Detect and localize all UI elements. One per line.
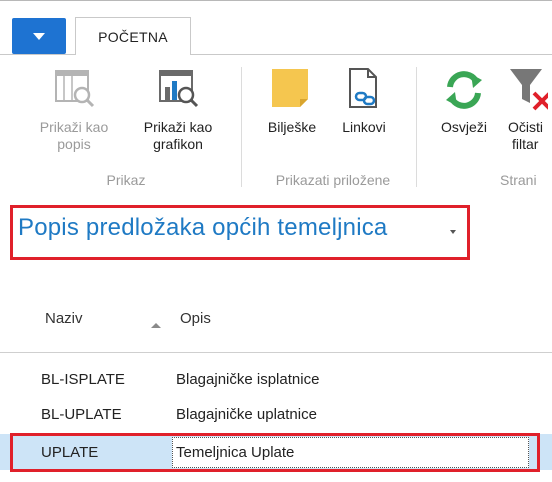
refresh-icon (440, 65, 488, 113)
button-label: Linkovi (342, 119, 386, 135)
header-divider (0, 352, 552, 353)
column-header-description[interactable]: Opis (180, 310, 211, 327)
chart-view-icon (154, 65, 202, 113)
group-label-page: Strani (500, 172, 537, 188)
ribbon-group-separator (241, 67, 242, 187)
clear-filter-button[interactable]: Očisti filtar (500, 65, 552, 153)
tab-home[interactable]: POČETNA (75, 17, 191, 55)
window-top-border (0, 0, 552, 1)
button-label-line1: Očisti (508, 119, 543, 135)
button-label-line2: popis (57, 136, 91, 152)
button-label-line1: Prikaži kao (39, 119, 109, 135)
list-view-icon (50, 65, 98, 113)
button-label-line2: grafikon (153, 136, 203, 152)
table-row[interactable]: BL-UPLATE Blagajničke uplatnice (0, 397, 552, 433)
sort-ascending-icon (151, 323, 161, 328)
chevron-down-icon[interactable] (450, 230, 456, 234)
link-document-icon (340, 65, 388, 113)
group-label-show-attached: Prikazati priložene (275, 172, 391, 188)
show-as-chart-button[interactable]: Prikaži kao grafikon (126, 65, 230, 153)
note-icon (268, 65, 316, 113)
notes-button[interactable]: Bilješke (256, 65, 328, 136)
row-description[interactable]: Blagajničke isplatnice (176, 371, 319, 388)
ribbon-group-separator (416, 67, 417, 187)
ribbon-panel: Prikaži kao popis Prikaži kao grafikon P… (0, 55, 552, 195)
row-description[interactable]: Blagajničke uplatnice (176, 406, 317, 423)
show-as-list-button[interactable]: Prikaži kao popis (22, 65, 126, 153)
chevron-down-icon (33, 32, 45, 40)
selected-row-highlight-frame (10, 433, 540, 472)
page-title[interactable]: Popis predložaka općih temeljnica (18, 214, 387, 242)
links-button[interactable]: Linkovi (328, 65, 400, 136)
button-label: Bilješke (267, 119, 317, 135)
group-label-view: Prikaz (106, 172, 146, 188)
row-name[interactable]: BL-ISPLATE (41, 371, 125, 388)
row-name[interactable]: BL-UPLATE (41, 406, 122, 423)
clear-filter-icon (506, 65, 552, 113)
button-label: Osvježi (441, 119, 487, 135)
table-row[interactable]: BL-ISPLATE Blagajničke isplatnice (0, 362, 552, 398)
button-label-line2: filtar (512, 136, 539, 152)
button-label-line1: Prikaži kao (143, 119, 213, 135)
refresh-button[interactable]: Osvježi (428, 65, 500, 136)
application-menu-button[interactable] (12, 18, 66, 54)
column-header-name[interactable]: Naziv (45, 310, 83, 327)
